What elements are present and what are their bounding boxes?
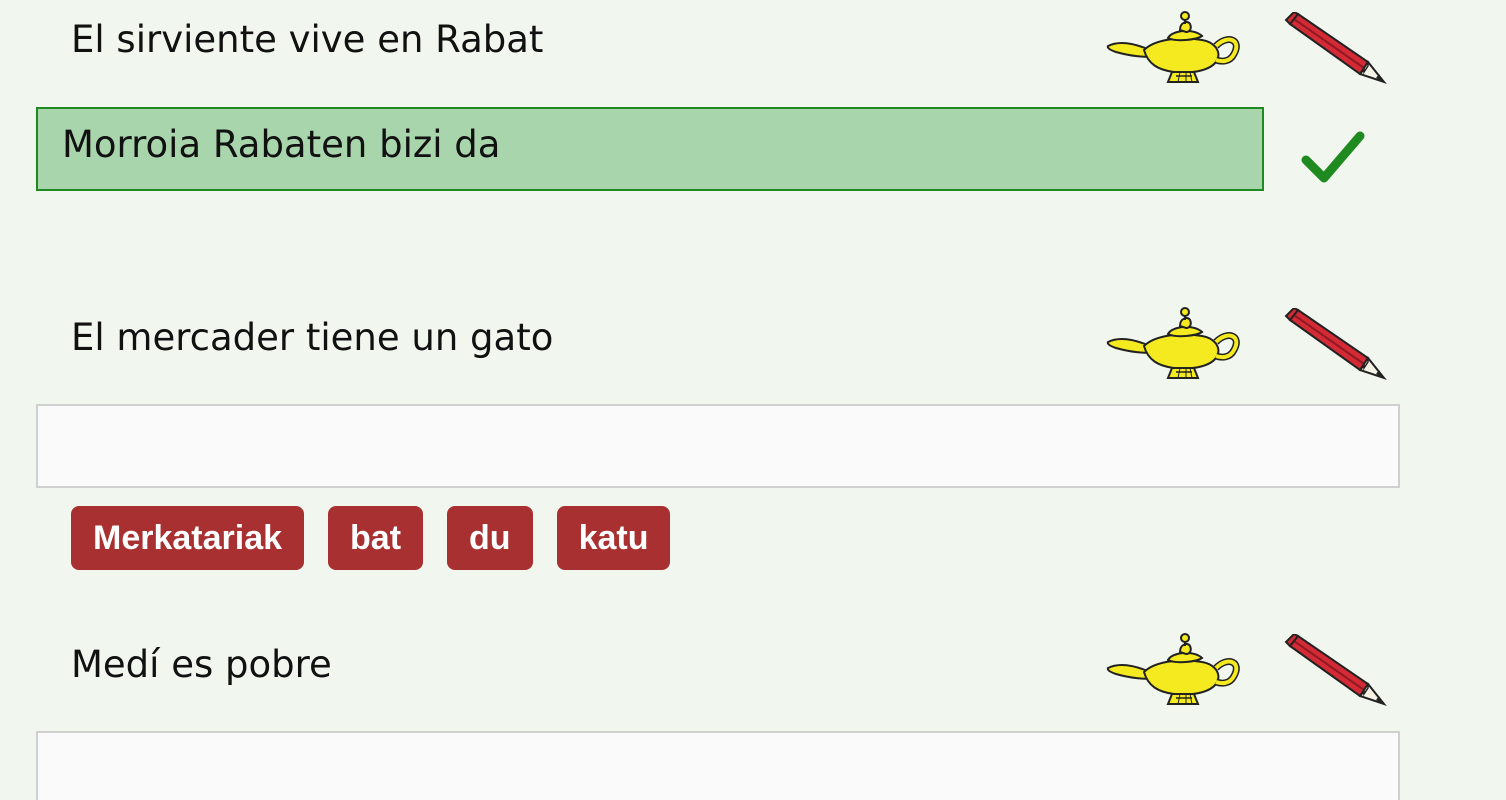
pencil-icon[interactable] [1284,634,1388,708]
exercise-3: Medí es pobre [0,0,1506,800]
answer-input[interactable] [36,731,1400,800]
exercise-prompt: Medí es pobre [71,643,332,686]
genie-lamp-icon[interactable] [1106,632,1240,710]
